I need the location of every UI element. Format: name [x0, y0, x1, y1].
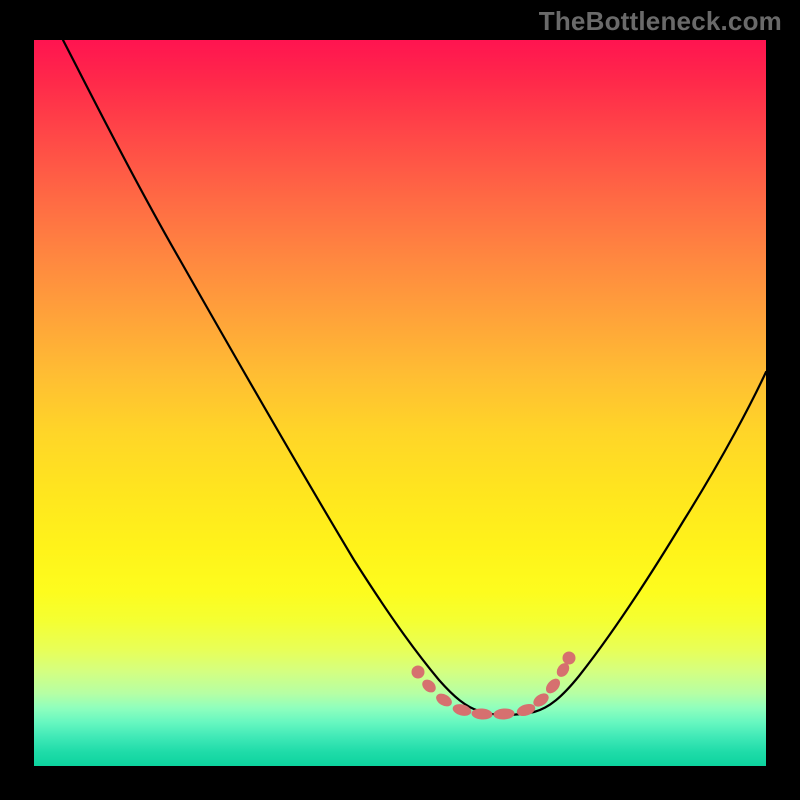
chart-frame: TheBottleneck.com [0, 0, 800, 800]
watermark-text: TheBottleneck.com [539, 6, 782, 37]
plot-area [34, 40, 766, 766]
bottleneck-curve [63, 40, 766, 715]
optimal-band-markers [412, 652, 575, 720]
curve-svg [34, 40, 766, 766]
